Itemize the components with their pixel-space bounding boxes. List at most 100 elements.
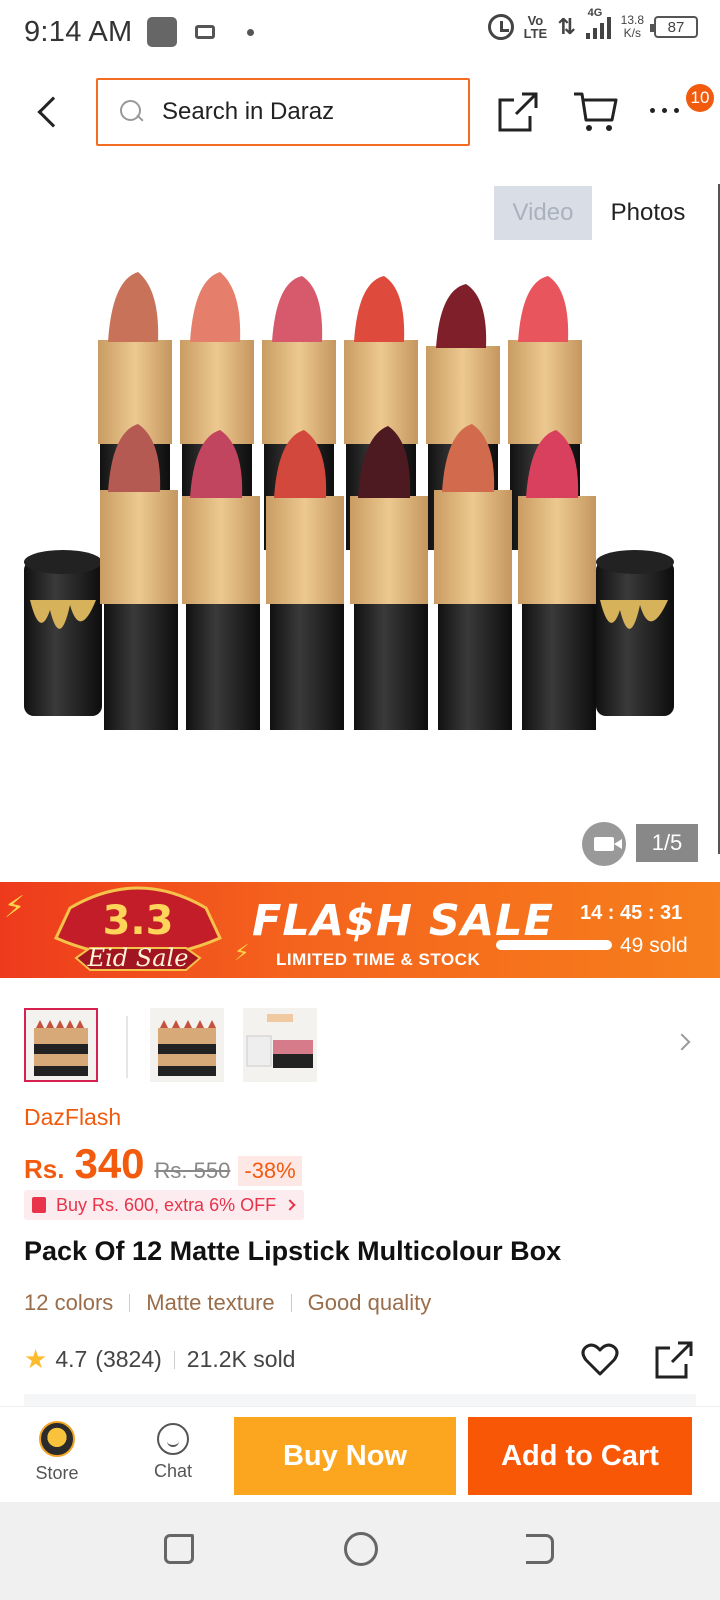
cart-icon — [574, 92, 618, 131]
bottom-action-bar: Store Chat Buy Now Add to Cart — [0, 1406, 720, 1502]
video-play-button[interactable] — [582, 822, 626, 866]
signal-icon: 4G — [585, 7, 611, 39]
product-title: Pack Of 12 Matte Lipstick Multicolour Bo… — [24, 1236, 562, 1266]
eid-badge-label: Eid Sale — [87, 944, 189, 972]
tag-item: Good quality — [307, 1290, 432, 1315]
top-header: Search in Daraz 10 — [0, 64, 720, 160]
recent-apps-icon[interactable] — [164, 1534, 194, 1564]
promo-text: Buy Rs. 600, extra 6% OFF — [56, 1194, 277, 1215]
video-camera-icon — [594, 837, 622, 851]
more-button[interactable] — [650, 100, 690, 120]
alarm-icon — [487, 14, 514, 40]
tab-video[interactable]: Video — [494, 186, 592, 240]
message-icon — [194, 25, 215, 39]
store-button[interactable]: Store — [22, 1415, 92, 1495]
sold-progress-bar — [496, 940, 612, 950]
net-speed: 13.8 K/s — [621, 14, 644, 40]
buy-now-button[interactable]: Buy Now — [234, 1417, 456, 1495]
share-icon — [498, 92, 538, 132]
flash-sale-subtitle: LIMITED TIME & STOCK — [276, 950, 481, 969]
flash-sale-banner[interactable]: ⚡ ⚡ 3.3 Eid Sale FLA$H SALE LIMITED TIME… — [0, 882, 720, 978]
price-currency: Rs. — [24, 1154, 65, 1184]
system-nav-bar — [0, 1502, 720, 1600]
more-dot-icon — [674, 107, 679, 113]
star-icon: ★ — [24, 1344, 48, 1374]
cart-button[interactable] — [572, 90, 620, 134]
price-value: 340 — [74, 1140, 145, 1187]
thumbnail-item[interactable] — [150, 1008, 224, 1082]
original-price: Rs. 550 — [154, 1158, 231, 1183]
image-counter: 1/5 — [636, 824, 698, 862]
network-type: 4G — [587, 7, 603, 19]
review-count: (3824) — [95, 1346, 162, 1372]
thumbnail-divider — [126, 1016, 128, 1078]
more-dot-icon — [662, 107, 667, 113]
chat-icon — [157, 1423, 189, 1455]
eid-badge-number: 3.3 — [103, 898, 174, 944]
system-back-icon[interactable] — [526, 1534, 554, 1564]
rating-row[interactable]: ★ 4.7 (3824) 21.2K sold — [24, 1344, 295, 1375]
back-button[interactable] — [30, 92, 69, 132]
flash-timer: 14 : 45 : 31 — [580, 902, 683, 924]
data-arrows-icon: ⇅ — [557, 14, 576, 39]
battery-icon: 87 — [650, 16, 698, 38]
tag-item: 12 colors — [24, 1290, 114, 1315]
add-to-cart-button[interactable]: Add to Cart — [468, 1417, 692, 1495]
chat-button[interactable]: Chat — [138, 1415, 208, 1495]
discount-badge: -38% — [238, 1156, 302, 1186]
thumbnail-image — [246, 1014, 313, 1068]
thumbnail-item[interactable] — [243, 1008, 317, 1082]
lightning-icon: ⚡ — [234, 940, 250, 965]
rating-value: 4.7 — [55, 1346, 88, 1372]
notification-dot-icon — [246, 28, 254, 36]
volte-indicator: Vo LTE — [523, 13, 548, 41]
media-toggle: Video Photos — [494, 186, 704, 240]
thumbnail-image — [158, 1020, 216, 1076]
tag-separator — [290, 1294, 292, 1312]
heart-icon — [581, 1343, 619, 1376]
tab-photos[interactable]: Photos — [592, 186, 704, 240]
share-button[interactable] — [496, 90, 540, 134]
promo-voucher[interactable]: Buy Rs. 600, extra 6% OFF — [24, 1190, 305, 1220]
back-icon — [37, 96, 69, 128]
search-bar[interactable]: Search in Daraz — [96, 78, 470, 146]
thumbnail-item[interactable] — [24, 1008, 98, 1082]
store-avatar — [39, 1421, 75, 1457]
flash-sale-title: FLA$H SALE — [252, 896, 554, 946]
chat-label: Chat — [153, 1461, 193, 1481]
search-icon — [120, 100, 144, 124]
sold-count: 21.2K sold — [186, 1346, 296, 1372]
search-placeholder: Search in Daraz — [162, 98, 335, 125]
price-row: Rs. 340 Rs. 550 -38% — [24, 1140, 302, 1188]
battery-level: 87 — [667, 18, 685, 36]
brand-label[interactable]: DazFlash — [24, 1104, 121, 1131]
tag-separator — [129, 1294, 131, 1312]
more-badge: 10 — [686, 84, 714, 112]
status-time: 9:14 AM — [24, 15, 133, 48]
status-bar: 9:14 AM Vo LTE ⇅ 4G 13.8 K/s 87 — [0, 0, 720, 64]
product-media[interactable]: Video Photos 1/5 — [0, 160, 720, 882]
wishlist-button[interactable] — [580, 1340, 620, 1380]
thumbnail-image — [34, 1020, 88, 1076]
voucher-icon — [32, 1197, 46, 1213]
status-indicators: Vo LTE ⇅ 4G 13.8 K/s 87 — [487, 7, 698, 41]
net-speed-value: 13.8 — [620, 13, 644, 27]
flash-sold-count: 49 sold — [620, 934, 688, 957]
thumbnail-next-icon[interactable] — [673, 1033, 691, 1051]
eid-sale-badge: 3.3 Eid Sale — [53, 886, 223, 972]
share-product-button[interactable] — [654, 1340, 694, 1380]
share-icon — [655, 1341, 693, 1379]
store-label: Store — [35, 1463, 79, 1483]
section-divider — [24, 1394, 696, 1406]
more-dot-icon — [650, 107, 655, 113]
home-icon[interactable] — [344, 1532, 378, 1566]
rating-separator — [173, 1350, 175, 1369]
net-speed-unit: K/s — [623, 26, 641, 40]
app-notification-icon — [146, 17, 177, 47]
chevron-right-icon — [284, 1199, 296, 1211]
product-image — [24, 272, 674, 730]
tag-item: Matte texture — [146, 1290, 275, 1315]
product-tags: 12 colors Matte texture Good quality — [24, 1290, 431, 1316]
variant-thumbnails — [0, 1008, 720, 1088]
lightning-icon: ⚡ — [4, 891, 26, 924]
